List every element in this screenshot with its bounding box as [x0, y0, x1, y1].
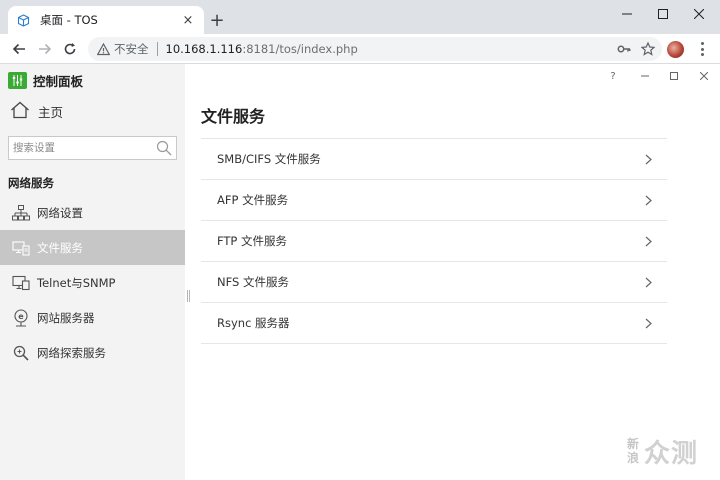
service-row-rsync[interactable]: Rsync 服务器 [201, 303, 667, 344]
service-list: SMB/CIFS 文件服务 AFP 文件服务 FTP 文件服务 NFS 文件服务… [201, 138, 667, 344]
key-icon[interactable] [616, 41, 632, 57]
chevron-right-icon [643, 153, 653, 165]
sidebar-item-label: 网站服务器 [37, 310, 95, 325]
close-window-button[interactable] [676, 0, 720, 28]
new-tab-button[interactable]: + [207, 10, 227, 31]
web-server-icon: e [12, 308, 30, 327]
search-icon[interactable] [155, 139, 173, 157]
forward-button[interactable] [34, 38, 56, 60]
watermark-small-bottom: 浪 [627, 451, 640, 465]
home-label: 主页 [38, 104, 64, 120]
magnifier-icon [12, 344, 30, 362]
cube-icon [16, 13, 30, 27]
control-panel-sidebar: 控制面板 主页 网络服务 网络设置 [0, 64, 185, 480]
service-row-ftp[interactable]: FTP 文件服务 [201, 221, 667, 262]
browser-menu-button[interactable] [694, 41, 710, 57]
search-input[interactable] [9, 137, 149, 159]
home-nav-item[interactable]: 主页 [10, 100, 63, 122]
sidebar-item-label: 网络探索服务 [37, 345, 106, 360]
monitor-icon [12, 274, 30, 292]
service-row-afp[interactable]: AFP 文件服务 [201, 180, 667, 221]
sidebar-item-label: Telnet与SNMP [37, 275, 116, 290]
menu-dot [700, 47, 704, 51]
chevron-right-icon [643, 317, 653, 329]
star-bookmark-icon[interactable] [640, 41, 656, 57]
sidebar-item-network-settings[interactable]: 网络设置 [0, 195, 185, 230]
url-path: :8181/tos/index.php [242, 42, 358, 56]
url-text[interactable]: 10.168.1.116:8181/tos/index.php [166, 42, 358, 56]
svg-text:e: e [18, 312, 24, 321]
sliders-icon [8, 71, 27, 89]
sidebar-item-network-discovery[interactable]: 网络探索服务 [0, 335, 185, 370]
menu-dot [700, 53, 704, 56]
control-panel-header: 控制面板 [8, 70, 83, 90]
forward-arrow-icon [39, 43, 52, 55]
address-actions [616, 41, 656, 57]
browser-tab[interactable]: 桌面 - TOS × [8, 6, 204, 34]
close-tab-icon[interactable]: × [180, 12, 196, 28]
back-arrow-icon [12, 43, 25, 55]
warning-icon[interactable] [96, 42, 110, 56]
service-label: FTP 文件服务 [217, 234, 288, 248]
service-row-smb-cifs[interactable]: SMB/CIFS 文件服务 [201, 139, 667, 180]
security-status[interactable]: 不安全 [114, 41, 149, 57]
browser-toolbar: 不安全 10.168.1.116:8181/tos/index.php [0, 34, 720, 64]
network-icon [12, 204, 30, 222]
service-label: Rsync 服务器 [217, 316, 290, 330]
sidebar-item-web-server[interactable]: e 网站服务器 [0, 300, 185, 335]
browser-tab-strip: 桌面 - TOS × + [0, 0, 720, 34]
main-content: 文件服务 SMB/CIFS 文件服务 AFP 文件服务 FTP 文件服务 NFS… [185, 64, 720, 480]
reload-button[interactable] [59, 38, 81, 60]
watermark-small: 新 浪 [627, 437, 639, 465]
chevron-right-icon [643, 276, 653, 288]
chevron-right-icon [643, 235, 653, 247]
service-row-nfs[interactable]: NFS 文件服务 [201, 262, 667, 303]
watermark: 新 浪 众测 [627, 431, 698, 471]
back-button[interactable] [8, 38, 30, 60]
section-title: 网络服务 [8, 176, 54, 190]
sidebar-item-telnet-snmp[interactable]: Telnet与SNMP [0, 265, 185, 300]
sidebar-item-label: 文件服务 [37, 240, 83, 255]
url-host: 10.168.1.116 [165, 42, 243, 56]
service-label: AFP 文件服务 [217, 193, 289, 207]
service-label: NFS 文件服务 [217, 275, 289, 289]
watermark-small-top: 新 [627, 437, 640, 451]
page-title: 文件服务 [201, 107, 266, 126]
settings-search [8, 136, 177, 160]
menu-dot [700, 42, 704, 45]
home-icon [10, 101, 30, 122]
watermark-big: 众测 [644, 438, 699, 469]
service-label: SMB/CIFS 文件服务 [217, 152, 321, 166]
tab-title: 桌面 - TOS [40, 13, 98, 27]
reload-icon [64, 43, 76, 55]
file-service-icon [12, 239, 30, 257]
address-divider [156, 42, 158, 56]
chevron-right-icon [643, 194, 653, 206]
sidebar-item-file-service[interactable]: 文件服务 [0, 230, 185, 265]
sidebar-nav: 网络设置 文件服务 Telnet与SNMP e 网站服务器 网络探索服务 [0, 195, 185, 370]
tos-app: 控制面板 主页 网络服务 网络设置 [0, 64, 720, 480]
profile-avatar[interactable] [667, 41, 684, 58]
control-panel-title: 控制面板 [33, 73, 84, 89]
sidebar-item-label: 网络设置 [37, 205, 83, 220]
address-bar[interactable]: 不安全 10.168.1.116:8181/tos/index.php [88, 37, 662, 61]
